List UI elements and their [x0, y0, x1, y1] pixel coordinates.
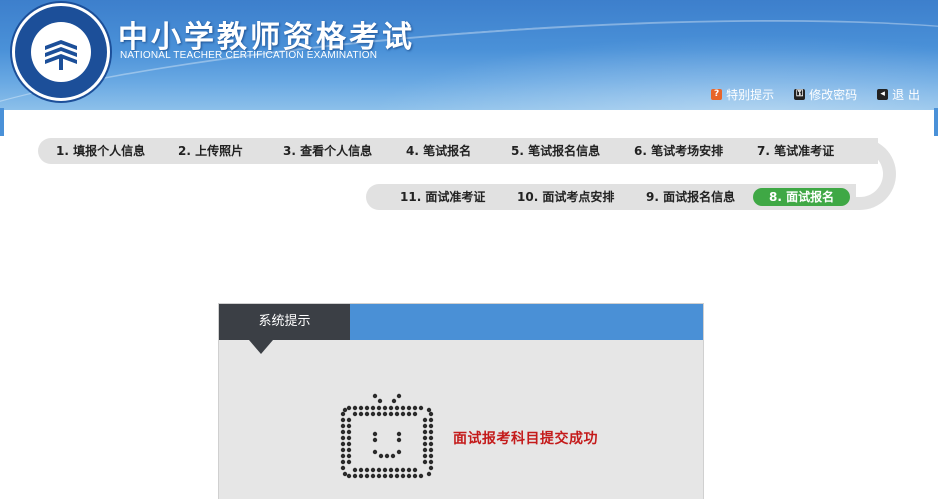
site-header: 中小学教师资格考试 NATIONAL TEACHER CERTIFICATION… — [0, 0, 938, 110]
notice-panel: 系统提示 面试报考科目提交成功 — [218, 303, 704, 499]
site-subtitle: NATIONAL TEACHER CERTIFICATION EXAMINATI… — [120, 50, 378, 61]
step-8-active[interactable]: 8. 面试报名 — [753, 188, 851, 206]
question-icon: ? — [711, 89, 723, 100]
frame-left — [0, 108, 4, 136]
step-6[interactable]: 6. 笔试考场安排 — [634, 138, 723, 164]
special-notice-label: 特别提示 — [726, 88, 775, 102]
step-10[interactable]: 10. 面试考点安排 — [517, 184, 614, 210]
step-1[interactable]: 1. 填报个人信息 — [56, 138, 145, 164]
step-7[interactable]: 7. 笔试准考证 — [757, 138, 834, 164]
logout-link[interactable]: ◂ 退 出 — [877, 86, 920, 103]
key-icon: ⚿ — [794, 89, 806, 100]
step-11[interactable]: 11. 面试准考证 — [400, 184, 485, 210]
step-5[interactable]: 5. 笔试报名信息 — [511, 138, 600, 164]
step-3[interactable]: 3. 查看个人信息 — [283, 138, 372, 164]
frame-right — [934, 108, 938, 136]
change-password-label: 修改密码 — [809, 88, 858, 102]
header-links: ? 特别提示 ⚿ 修改密码 ◂ 退 出 — [711, 86, 920, 103]
notice-tab-arrow-icon — [249, 340, 273, 354]
notice-tab: 系统提示 — [219, 304, 350, 340]
logout-icon: ◂ — [877, 89, 889, 100]
tv-smile-icon — [340, 393, 434, 479]
change-password-link[interactable]: ⚿ 修改密码 — [794, 86, 857, 103]
step-9[interactable]: 9. 面试报名信息 — [646, 184, 735, 210]
success-message: 面试报考科目提交成功 — [453, 431, 598, 447]
step-2[interactable]: 2. 上传照片 — [178, 138, 243, 164]
special-notice-link[interactable]: ? 特别提示 — [711, 86, 774, 103]
exam-logo-icon — [12, 3, 110, 101]
step-4[interactable]: 4. 笔试报名 — [406, 138, 471, 164]
logout-label: 退 出 — [892, 88, 920, 102]
